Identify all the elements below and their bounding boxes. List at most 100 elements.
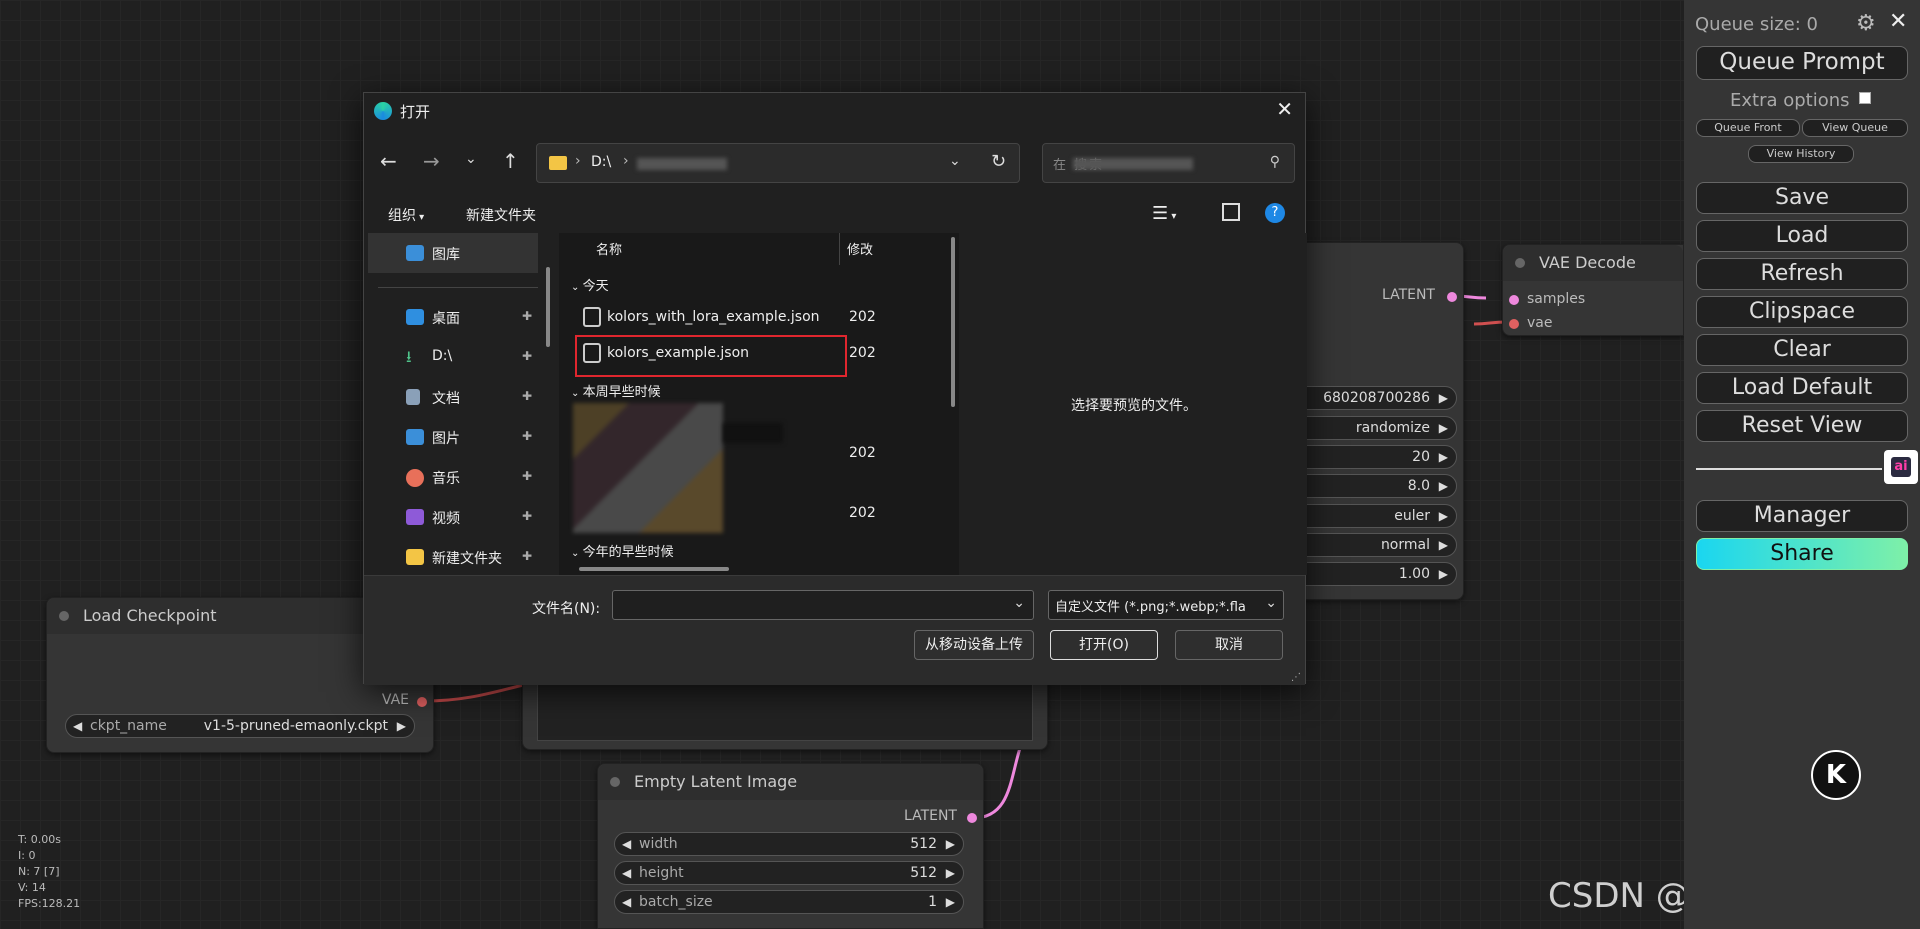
clipspace-button[interactable]: Clipspace (1696, 296, 1908, 328)
nav-item-music[interactable]: 音乐 ✚ (364, 457, 539, 497)
queue-prompt-button[interactable]: Queue Prompt (1696, 46, 1908, 80)
address-bar[interactable]: › D:\ › ⌄ ↻ (536, 143, 1020, 183)
preview-pane-icon[interactable] (1222, 203, 1240, 221)
open-button[interactable]: 打开(O) (1050, 630, 1158, 660)
dialog-close-icon[interactable]: ✕ (1276, 97, 1293, 121)
load-button[interactable]: Load (1696, 220, 1908, 252)
load-checkpoint-vae-dot[interactable] (417, 697, 427, 707)
address-dropdown-icon[interactable]: ⌄ (949, 153, 961, 169)
forward-arrow-icon[interactable]: → (423, 149, 440, 173)
folder-icon (406, 549, 424, 565)
ksampler-node[interactable]: LATENT 680208700286 ▶ randomize ▶ 20 ▶ 8.0 ▶… (1273, 242, 1464, 600)
file-type-select[interactable]: 自定义文件 (*.png;*.webp;*.fla ⌄ (1048, 590, 1284, 620)
list-hscrollbar[interactable] (579, 567, 729, 571)
file-row[interactable]: kolors_with_lora_example.json 202 (579, 303, 879, 333)
ckpt-name-widget[interactable]: ◀ ckpt_name v1-5-pruned-emaonly.ckpt ▶ (65, 714, 415, 738)
gear-icon[interactable]: ⚙ (1856, 11, 1876, 36)
organize-menu[interactable]: 组织 ▾ (388, 205, 424, 225)
group-today[interactable]: ⌄ 今天 (571, 275, 609, 294)
nav-item-documents[interactable]: 文档 ✚ (364, 377, 539, 417)
resize-grip-icon[interactable]: ⋰ (1291, 672, 1301, 683)
edge-icon (374, 102, 392, 120)
pin-icon: ✚ (522, 309, 533, 323)
pin-icon: ✚ (522, 509, 533, 523)
vae-decode-node[interactable]: VAE Decode samples vae (1502, 244, 1684, 336)
music-icon (406, 469, 424, 487)
queue-size: Queue size: 0 (1695, 14, 1818, 35)
recent-chevron-icon[interactable]: ⌄ (465, 151, 477, 167)
batch-size-widget[interactable]: ◀ batch_size 1 ▶ (614, 890, 964, 914)
file-date: 202 (849, 345, 876, 361)
file-open-dialog[interactable]: 打开 ✕ ← → ⌄ ↑ › D:\ › ⌄ ↻ 在 搜索 ⚲ 组织 ▾ 新建文… (363, 92, 1307, 685)
share-button[interactable]: Share (1696, 538, 1908, 570)
nav-item-gallery[interactable]: 图库 (368, 233, 538, 273)
manager-button[interactable]: Manager (1696, 500, 1908, 532)
dialog-titlebar[interactable]: 打开 ✕ (364, 93, 1305, 129)
file-name: kolors_with_lora_example.json (607, 309, 820, 325)
group-this-week[interactable]: ⌄ 本周早些时候 (571, 381, 661, 400)
view-history-button[interactable]: View History (1748, 145, 1854, 163)
script-file-icon (583, 307, 601, 327)
list-vscrollbar[interactable] (951, 237, 955, 407)
view-mode-icon[interactable]: ☰ ▾ (1152, 203, 1176, 224)
pin-icon: ✚ (522, 389, 533, 403)
file-date: 202 (849, 445, 876, 461)
empty-latent-output-dot[interactable] (967, 813, 977, 823)
new-folder-button[interactable]: 新建文件夹 (466, 205, 536, 225)
preview-message: 选择要预览的文件。 (1071, 398, 1197, 414)
k-logo-icon[interactable]: K (1811, 750, 1861, 800)
save-button[interactable]: Save (1696, 182, 1908, 214)
download-icon: ⭳ (406, 347, 412, 366)
desktop-icon (406, 309, 424, 325)
height-widget[interactable]: ◀ height 512 ▶ (614, 861, 964, 885)
column-header-name[interactable]: 名称 (596, 239, 622, 258)
empty-latent-node[interactable]: Empty Latent Image LATENT ◀ width 512 ▶ ◀ he… (597, 763, 984, 929)
upload-mobile-button[interactable]: 从移动设备上传 (914, 630, 1034, 660)
nav-item-new-folder[interactable]: 新建文件夹 ✚ (364, 537, 539, 575)
video-icon (406, 509, 424, 525)
cancel-button[interactable]: 取消 (1175, 630, 1283, 660)
vae-decode-samples-dot[interactable] (1509, 295, 1519, 305)
back-arrow-icon[interactable]: ← (380, 149, 397, 173)
graph-stats: T: 0.00s I: 0 N: 7 [7] V: 14 FPS:128.21 (18, 833, 81, 910)
up-arrow-icon[interactable]: ↑ (502, 149, 519, 173)
reset-view-button[interactable]: Reset View (1696, 410, 1908, 442)
extra-options-checkbox[interactable] (1859, 92, 1872, 104)
vae-decode-samples-input: samples (1527, 291, 1586, 307)
ai-extension-icon[interactable]: ai (1884, 450, 1918, 484)
pin-icon: ✚ (522, 429, 533, 443)
close-icon[interactable]: ✕ (1889, 9, 1907, 34)
nav-item-pictures[interactable]: 图片 ✚ (364, 417, 539, 457)
group-this-year[interactable]: ⌄ 今年的早些时候 (571, 541, 674, 560)
highlight-box (575, 335, 847, 377)
nav-scrollbar[interactable] (546, 267, 550, 347)
nav-item-videos[interactable]: 视频 ✚ (364, 497, 539, 537)
extra-options-label: Extra options (1730, 90, 1872, 111)
load-checkpoint-title: Load Checkpoint (83, 606, 217, 625)
vae-decode-vae-input: vae (1527, 315, 1553, 331)
vae-decode-vae-dot[interactable] (1509, 319, 1519, 329)
file-date: 202 (849, 505, 876, 521)
refresh-icon[interactable]: ↻ (991, 151, 1006, 172)
empty-latent-title: Empty Latent Image (634, 772, 798, 791)
help-icon[interactable]: ? (1265, 203, 1285, 223)
nav-item-d-drive[interactable]: ⭳ D:\ ✚ (364, 337, 539, 377)
filename-label: 文件名(N): (532, 601, 601, 617)
comfy-menu: Queue size: 0 ⚙ ✕ Queue Prompt Extra opt… (1684, 0, 1920, 929)
ksampler-latent-output: LATENT (1381, 287, 1435, 303)
gallery-icon (406, 245, 424, 261)
load-default-button[interactable]: Load Default (1696, 372, 1908, 404)
search-input[interactable]: 在 搜索 ⚲ (1042, 143, 1295, 183)
view-queue-button[interactable]: View Queue (1802, 119, 1908, 137)
width-widget[interactable]: ◀ width 512 ▶ (614, 832, 964, 856)
empty-latent-output: LATENT (903, 808, 957, 824)
nav-item-desktop[interactable]: 桌面 ✚ (364, 297, 539, 337)
load-checkpoint-vae-output: VAE (381, 692, 409, 708)
refresh-button[interactable]: Refresh (1696, 258, 1908, 290)
clear-button[interactable]: Clear (1696, 334, 1908, 366)
chevron-down-icon: ⌄ (1013, 595, 1025, 611)
queue-front-button[interactable]: Queue Front (1696, 119, 1800, 137)
ksampler-latent-dot[interactable] (1447, 292, 1457, 302)
column-header-modified[interactable]: 修改 (847, 239, 873, 258)
filename-input[interactable]: ⌄ (612, 590, 1034, 620)
